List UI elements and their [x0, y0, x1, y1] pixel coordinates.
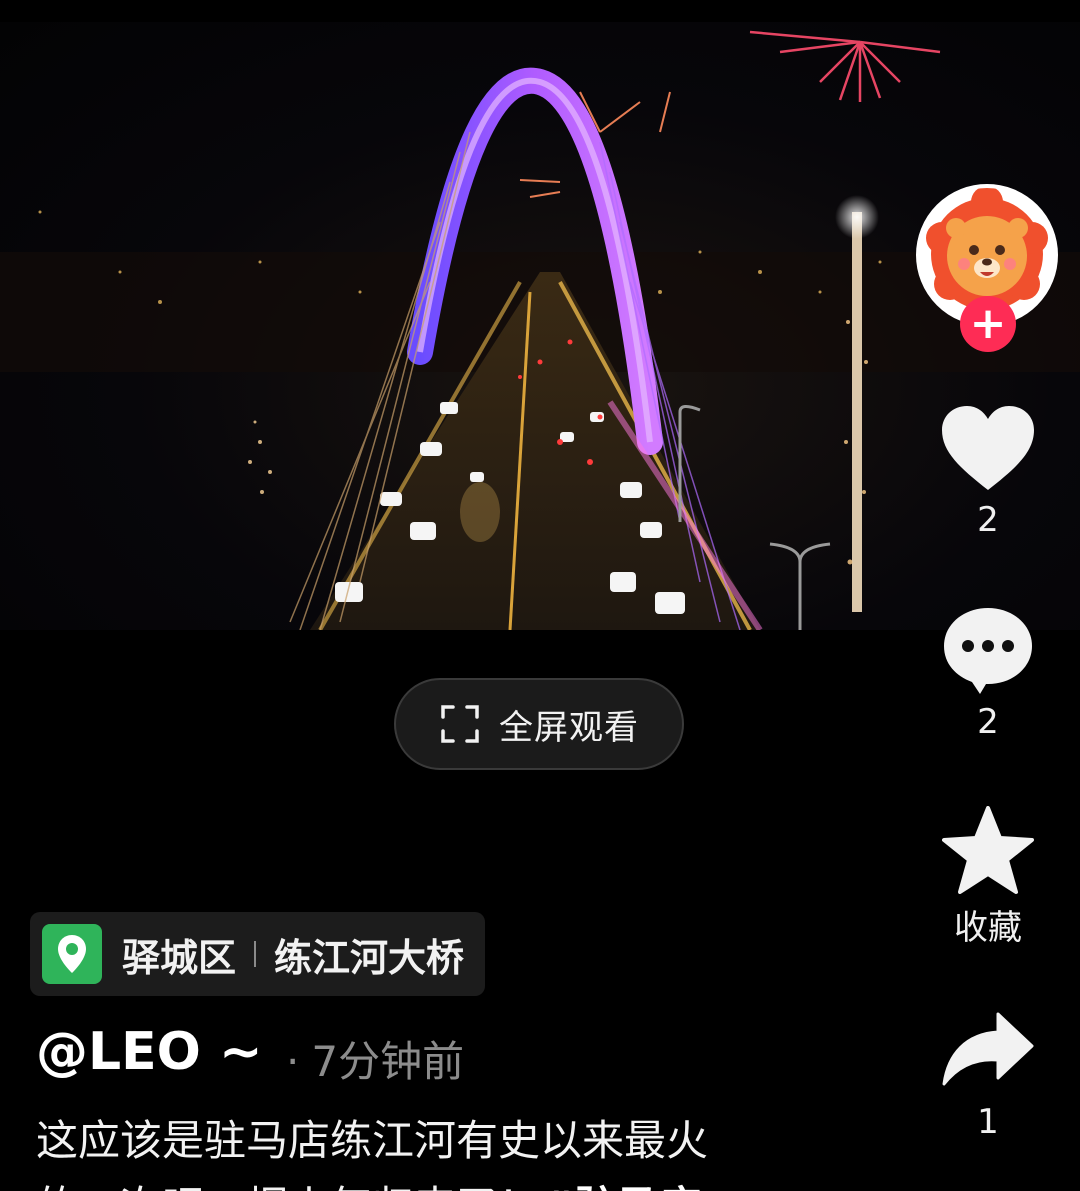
comment-icon [944, 608, 1032, 694]
author-avatar-container: + [916, 184, 1058, 352]
caption-line-2-text: 的一次吧，烟火气归来了！ [36, 1182, 540, 1191]
time-separator: · [286, 1037, 300, 1086]
video-player[interactable] [0, 22, 1080, 630]
video-post-screen: 全屏观看 + 2 2 收藏 1 驿城区 练江河大桥 @LEO ~ · 7分钟前 … [0, 0, 1080, 1191]
star-icon [942, 806, 1034, 894]
fullscreen-button[interactable]: 全屏观看 [394, 678, 684, 770]
location-district: 驿城区 [122, 935, 237, 980]
location-icon-box [42, 924, 102, 984]
share-count: 1 [977, 1102, 999, 1142]
location-tag[interactable]: 驿城区 练江河大桥 [30, 912, 485, 996]
location-pin-icon [58, 935, 86, 973]
caption-line-2: 的一次吧，烟火气归来了！#驻马店 [36, 1174, 816, 1191]
caption-line-1: 这应该是驻马店练江河有史以来最火 [36, 1116, 709, 1165]
video-frame-illustration [0, 30, 1080, 630]
hashtag-link[interactable]: #驻马店 [540, 1182, 701, 1191]
comment-count: 2 [977, 702, 999, 742]
fullscreen-icon [441, 705, 479, 743]
share-icon [942, 1012, 1034, 1086]
favorite-label: 收藏 [954, 908, 1022, 948]
share-action[interactable]: 1 [928, 1010, 1048, 1142]
like-count: 2 [977, 500, 999, 540]
author-name[interactable]: @LEO ~ [36, 1022, 263, 1082]
location-divider [254, 941, 257, 967]
location-place: 练江河大桥 [274, 935, 465, 980]
comment-action[interactable]: 2 [928, 604, 1048, 742]
fullscreen-label: 全屏观看 [499, 707, 639, 748]
like-action[interactable]: 2 [928, 404, 1048, 540]
follow-button[interactable]: + [960, 296, 1016, 352]
heart-icon [942, 406, 1034, 490]
favorite-action[interactable]: 收藏 [928, 806, 1048, 949]
post-caption: 这应该是驻马店练江河有史以来最火 的一次吧，烟火气归来了！#驻马店 [36, 1108, 816, 1191]
post-time: · 7分钟前 [286, 1028, 464, 1089]
post-time-text: 7分钟前 [311, 1037, 465, 1086]
